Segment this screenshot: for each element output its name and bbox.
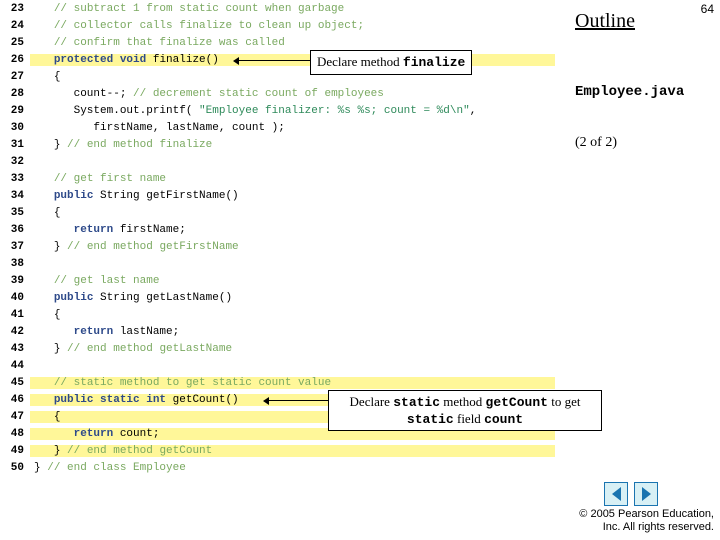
code-line: 38 bbox=[0, 255, 555, 272]
code-line: 25 // confirm that finalize was called bbox=[0, 34, 555, 51]
code-line: 42 return lastName; bbox=[0, 323, 555, 340]
code-line: 28 count--; // decrement static count of… bbox=[0, 85, 555, 102]
code-line: 36 return firstName; bbox=[0, 221, 555, 238]
outline-heading: Outline bbox=[575, 10, 635, 33]
triangle-right-icon bbox=[642, 487, 651, 501]
code-line: 35 { bbox=[0, 204, 555, 221]
callout-arrow bbox=[238, 60, 310, 61]
code-line: 32 bbox=[0, 153, 555, 170]
code-line: 49 } // end method getCount bbox=[0, 442, 555, 459]
code-line: 34 public String getFirstName() bbox=[0, 187, 555, 204]
callout-arrow bbox=[268, 400, 328, 401]
nav-buttons bbox=[604, 482, 658, 506]
code-line: 37 } // end method getFirstName bbox=[0, 238, 555, 255]
code-line: 31 } // end method finalize bbox=[0, 136, 555, 153]
prev-button[interactable] bbox=[604, 482, 628, 506]
code-line: 43 } // end method getLastName bbox=[0, 340, 555, 357]
page-indicator: (2 of 2) bbox=[575, 135, 617, 151]
code-line: 24 // collector calls finalize to clean … bbox=[0, 17, 555, 34]
filename-label: Employee.java bbox=[575, 84, 684, 100]
code-line: 45 // static method to get static count … bbox=[0, 374, 555, 391]
code-line: 29 System.out.printf( "Employee finalize… bbox=[0, 102, 555, 119]
code-line: 39 // get last name bbox=[0, 272, 555, 289]
callout-getcount: Declare static method getCount to get st… bbox=[328, 390, 602, 431]
slide-number: 64 bbox=[701, 2, 714, 16]
triangle-left-icon bbox=[612, 487, 621, 501]
code-line: 33 // get first name bbox=[0, 170, 555, 187]
callout-finalize: Declare method finalize bbox=[310, 50, 472, 75]
code-line: 40 public String getLastName() bbox=[0, 289, 555, 306]
code-line: 30 firstName, lastName, count ); bbox=[0, 119, 555, 136]
copyright-footer: © 2005 Pearson Education, Inc. All right… bbox=[579, 508, 714, 534]
code-line: 23 // subtract 1 from static count when … bbox=[0, 0, 555, 17]
code-line: 41 { bbox=[0, 306, 555, 323]
code-line: 44 bbox=[0, 357, 555, 374]
code-line: 50} // end class Employee bbox=[0, 459, 555, 476]
next-button[interactable] bbox=[634, 482, 658, 506]
